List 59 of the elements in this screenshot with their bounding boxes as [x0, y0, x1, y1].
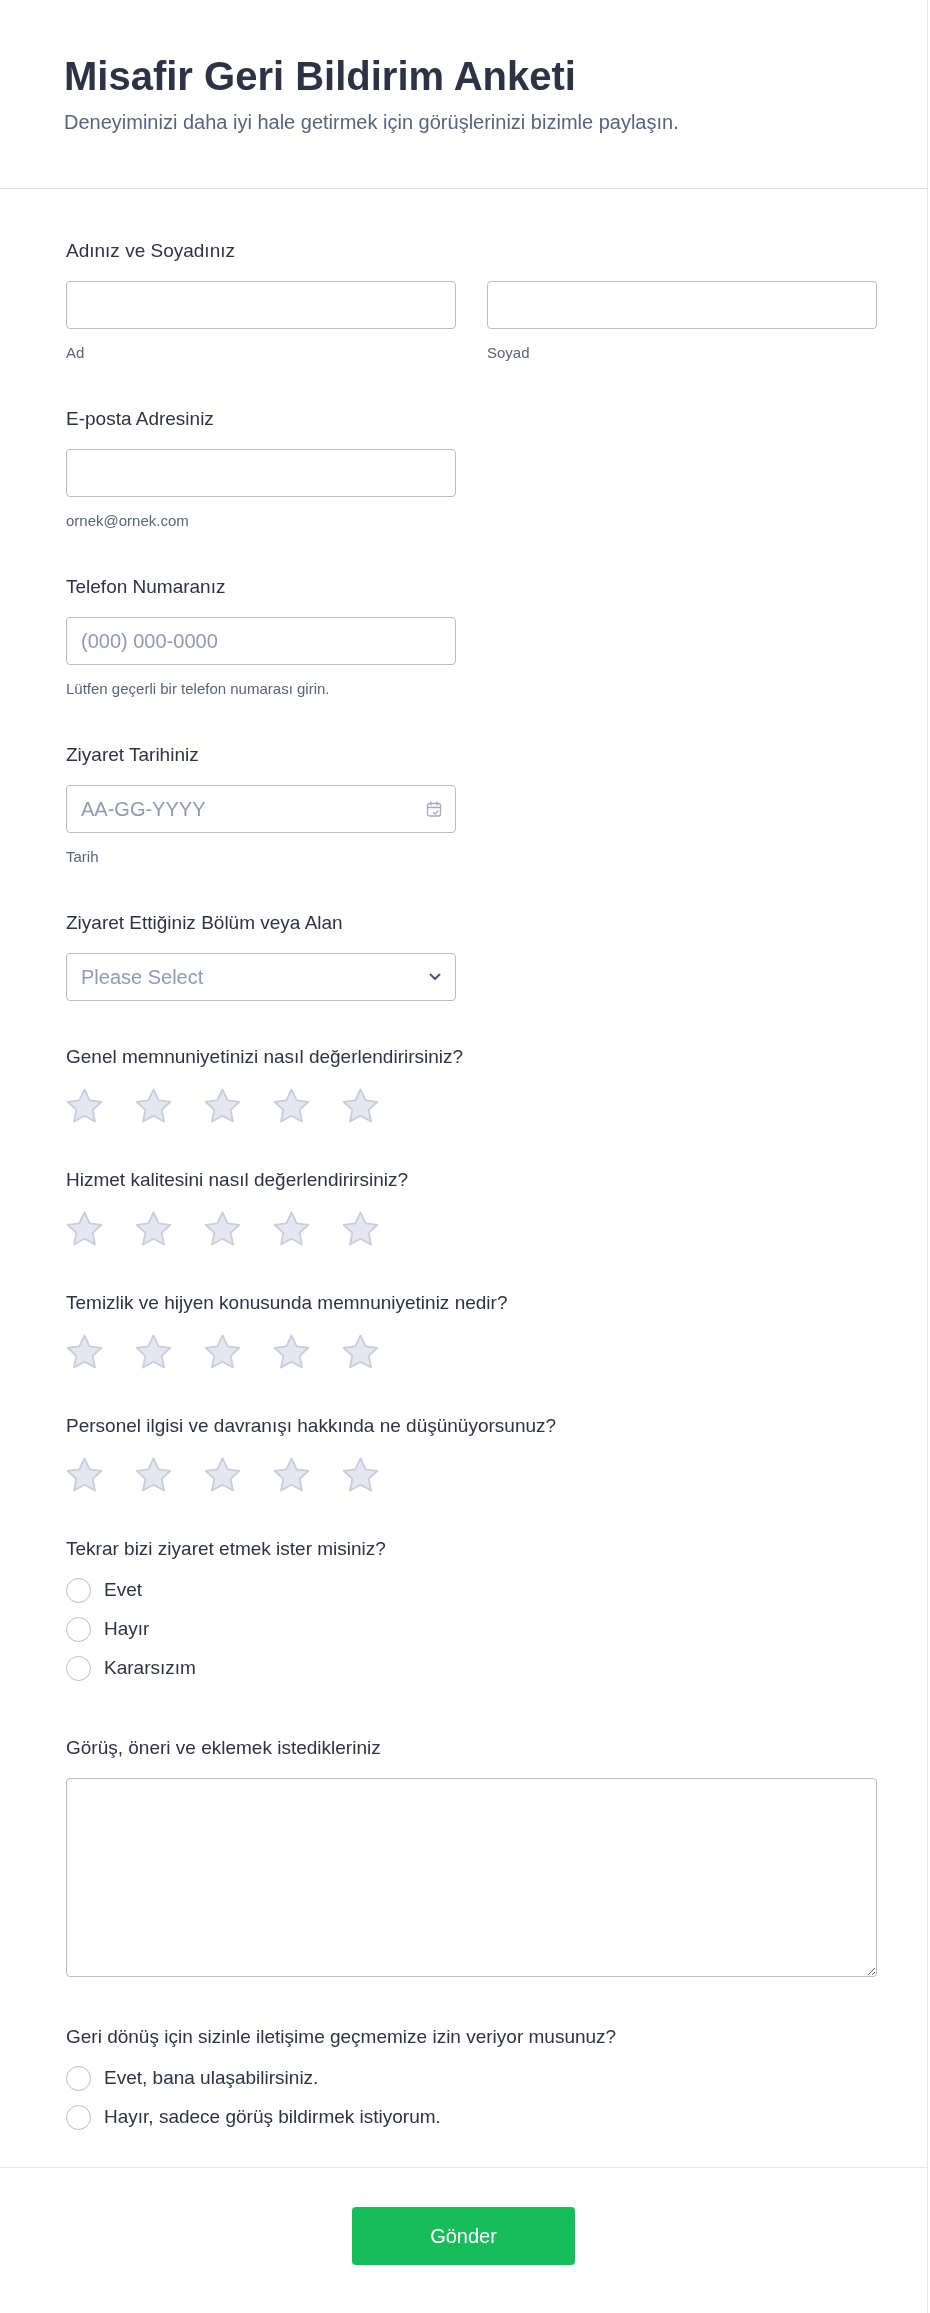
option-label: Evet	[104, 1578, 143, 1603]
star-icon[interactable]	[66, 1087, 103, 1124]
radio-button[interactable]	[66, 1578, 91, 1603]
field-hint: Soyad	[487, 343, 530, 363]
date-input[interactable]: AA-GG-YYYY	[66, 785, 456, 833]
field-label: Telefon Numaranız	[66, 575, 226, 599]
text-input[interactable]	[66, 449, 456, 497]
select-dropdown[interactable]: Please Select	[66, 953, 456, 1001]
field-hint: Ad	[66, 343, 85, 363]
calendar-icon[interactable]	[426, 801, 442, 817]
field-label: Personel ilgisi ve davranışı hakkında ne düşünüyorsunuz?	[66, 1414, 557, 1438]
field-label: Genel memnuniyetinizi nasıl değerlendirirsiniz?	[66, 1045, 464, 1069]
option-label: Evet, bana ulaşabilirsiniz.	[104, 2066, 319, 2091]
form-subtitle: Deneyiminizi daha iyi hale getirmek için görüşlerinizi bizimle paylaşın.	[64, 110, 679, 135]
star-icon[interactable]	[135, 1210, 172, 1247]
field-label: Hizmet kalitesini nasıl değerlendirirsiniz?	[66, 1168, 409, 1192]
star-icon[interactable]	[135, 1087, 172, 1124]
star-icon[interactable]	[66, 1456, 103, 1493]
radio-button[interactable]	[66, 2066, 91, 2091]
field-label: Geri dönüş için sizinle iletişime geçmemize izin veriyor musunuz?	[66, 2025, 617, 2049]
field-label: Temizlik ve hijyen konusunda memnuniyetiniz nedir?	[66, 1291, 508, 1315]
field-hint: Lütfen geçerli bir telefon numarası girin.	[66, 679, 330, 699]
field-label: Ziyaret Tarihiniz	[66, 743, 199, 767]
field-label: Adınız ve Soyadınız	[66, 239, 235, 263]
star-icon[interactable]	[204, 1087, 241, 1124]
field-label: E-posta Adresiniz	[66, 407, 214, 431]
text-input[interactable]	[487, 281, 877, 329]
form-title: Misafir Geri Bildirim Anketi	[64, 53, 576, 100]
field-label: Ziyaret Ettiğiniz Bölüm veya Alan	[66, 911, 343, 935]
field-hint: ornek@ornek.com	[66, 511, 189, 531]
star-icon[interactable]	[204, 1333, 241, 1370]
star-icon[interactable]	[204, 1210, 241, 1247]
star-icon[interactable]	[273, 1210, 310, 1247]
text-input[interactable]: (000) 000-0000	[66, 617, 456, 665]
star-icon[interactable]	[342, 1456, 379, 1493]
option-label: Hayır, sadece görüş bildirmek istiyorum.	[104, 2105, 441, 2130]
option-label: Kararsızım	[104, 1656, 196, 1681]
star-icon[interactable]	[273, 1456, 310, 1493]
comment-textarea[interactable]	[66, 1778, 877, 1977]
option-label: Hayır	[104, 1617, 150, 1642]
star-icon[interactable]	[135, 1333, 172, 1370]
star-icon[interactable]	[135, 1456, 172, 1493]
star-icon[interactable]	[66, 1333, 103, 1370]
text-input[interactable]	[66, 281, 456, 329]
star-icon[interactable]	[342, 1087, 379, 1124]
star-icon[interactable]	[342, 1333, 379, 1370]
star-icon[interactable]	[204, 1456, 241, 1493]
submit-button[interactable]: Gönder	[352, 2207, 575, 2265]
star-icon[interactable]	[273, 1087, 310, 1124]
radio-button[interactable]	[66, 2105, 91, 2130]
field-label: Görüş, öneri ve eklemek istedikleriniz	[66, 1736, 381, 1760]
radio-button[interactable]	[66, 1656, 91, 1681]
star-icon[interactable]	[342, 1210, 379, 1247]
radio-button[interactable]	[66, 1617, 91, 1642]
star-icon[interactable]	[66, 1210, 103, 1247]
field-hint: Tarih	[66, 847, 99, 867]
field-label: Tekrar bizi ziyaret etmek ister misiniz?	[66, 1537, 386, 1561]
chevron-down-icon	[429, 973, 441, 981]
star-icon[interactable]	[273, 1333, 310, 1370]
